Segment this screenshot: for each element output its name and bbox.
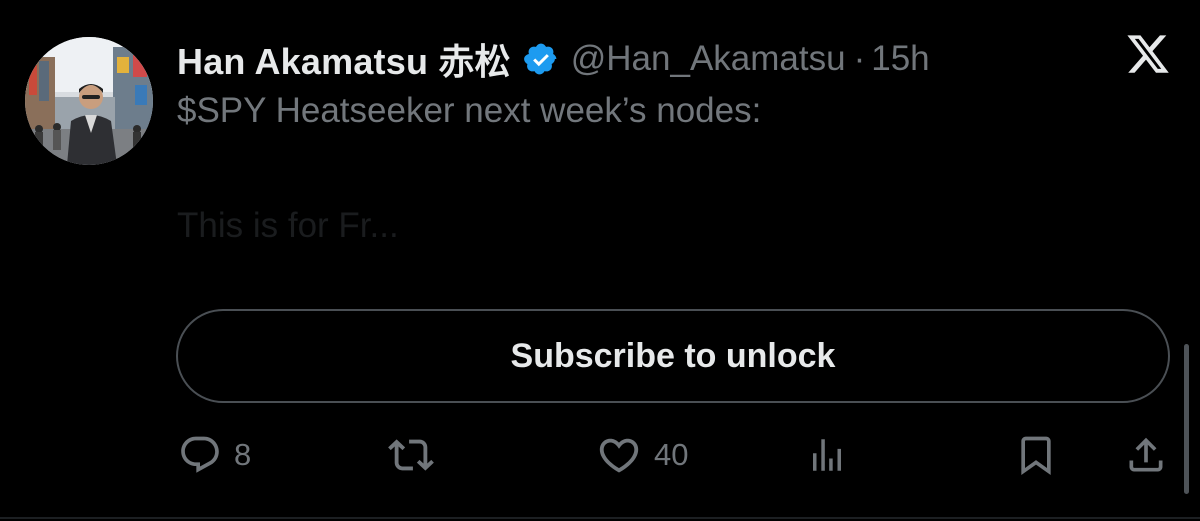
repost-icon	[388, 432, 434, 478]
avatar[interactable]	[25, 37, 153, 165]
bookmark-button[interactable]	[1014, 430, 1058, 480]
views-icon	[806, 434, 848, 476]
reply-count: 8	[234, 437, 252, 472]
tweet-text: $SPY Heatseeker next week’s nodes:	[177, 91, 762, 130]
timestamp[interactable]: 15h	[871, 39, 929, 79]
share-button[interactable]	[1124, 430, 1168, 480]
tweet-action-bar: 8 40	[0, 430, 1200, 480]
repost-button[interactable]	[388, 430, 446, 480]
tweet-locked-preview: This is for Fr...	[177, 206, 399, 245]
heart-icon	[596, 432, 642, 478]
tweet-header: Han Akamatsu 赤松 @Han_Akamatsu · 15h	[177, 34, 930, 84]
display-name[interactable]: Han Akamatsu 赤松	[177, 33, 511, 85]
like-count: 40	[654, 437, 689, 472]
like-button[interactable]: 40	[596, 430, 688, 480]
share-icon	[1124, 433, 1168, 477]
divider	[0, 517, 1200, 519]
reply-button[interactable]: 8	[178, 430, 251, 480]
views-button[interactable]	[806, 430, 860, 480]
scrollbar[interactable]	[1184, 344, 1189, 494]
verified-badge-icon	[523, 41, 559, 77]
avatar-photo	[25, 37, 153, 165]
subscribe-button[interactable]: Subscribe to unlock	[176, 309, 1170, 403]
user-handle[interactable]: @Han_Akamatsu	[571, 39, 846, 79]
bookmark-icon	[1014, 433, 1058, 477]
x-logo-icon[interactable]	[1125, 31, 1171, 77]
separator-dot: ·	[853, 39, 866, 78]
reply-icon	[178, 433, 222, 477]
subscribe-button-label: Subscribe to unlock	[510, 336, 836, 375]
